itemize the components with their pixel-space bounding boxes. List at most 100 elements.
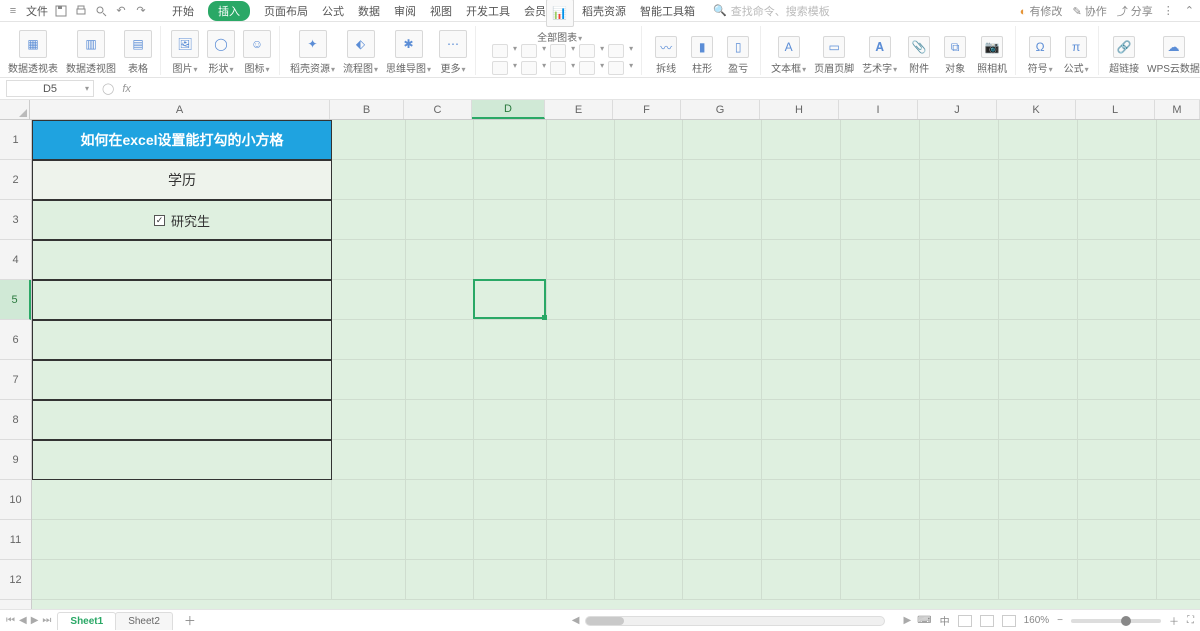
- col-header-E[interactable]: E: [545, 100, 613, 119]
- dk-resource-button[interactable]: ✦ 稻壳资源▾: [290, 30, 335, 75]
- cell[interactable]: [615, 320, 683, 360]
- cell[interactable]: [1078, 400, 1157, 440]
- tab-formulas[interactable]: 公式: [322, 1, 344, 21]
- col-header-B[interactable]: B: [330, 100, 404, 119]
- cell[interactable]: [841, 160, 920, 200]
- cell[interactable]: [920, 560, 999, 600]
- col-header-H[interactable]: H: [760, 100, 839, 119]
- cell[interactable]: [547, 400, 615, 440]
- cell[interactable]: [1078, 480, 1157, 520]
- cell[interactable]: [841, 400, 920, 440]
- cell[interactable]: [332, 280, 406, 320]
- cell[interactable]: [406, 520, 474, 560]
- cell[interactable]: [841, 200, 920, 240]
- cell[interactable]: [474, 480, 547, 520]
- prev-sheet-icon[interactable]: ◀: [19, 615, 27, 626]
- cell[interactable]: [841, 120, 920, 160]
- cell[interactable]: [406, 320, 474, 360]
- zoom-out-icon[interactable]: −: [1057, 615, 1063, 626]
- table-button[interactable]: ▤ 表格: [124, 30, 152, 75]
- cell-grid[interactable]: 如何在excel设置能打勾的小方格学历✓研究生: [32, 120, 1200, 609]
- horizontal-scrollbar[interactable]: [585, 616, 885, 626]
- cell[interactable]: [920, 240, 999, 280]
- pie-chart-icon[interactable]: [550, 44, 566, 58]
- area-chart-icon[interactable]: [579, 44, 595, 58]
- cell[interactable]: [32, 520, 332, 560]
- cell[interactable]: [999, 120, 1078, 160]
- col-header-F[interactable]: F: [613, 100, 681, 119]
- col-header-L[interactable]: L: [1076, 100, 1155, 119]
- cell[interactable]: [683, 120, 762, 160]
- cell[interactable]: [762, 440, 841, 480]
- lang-icon[interactable]: 中: [940, 613, 950, 628]
- col-header-I[interactable]: I: [839, 100, 918, 119]
- select-all-corner[interactable]: [0, 100, 30, 120]
- cell[interactable]: [841, 440, 920, 480]
- row-header-10[interactable]: 10: [0, 480, 31, 520]
- cell[interactable]: [999, 520, 1078, 560]
- cell[interactable]: [762, 280, 841, 320]
- sheet-tab-2[interactable]: Sheet2: [115, 612, 173, 630]
- cell[interactable]: [474, 160, 547, 200]
- wpscloud-button[interactable]: ☁ WPS云数据: [1147, 36, 1200, 75]
- cell[interactable]: [332, 360, 406, 400]
- fx-cancel-icon[interactable]: ◯: [102, 82, 114, 95]
- changes-indicator[interactable]: ◐ 有修改: [1020, 3, 1063, 19]
- cell[interactable]: [474, 120, 547, 160]
- cell[interactable]: [999, 360, 1078, 400]
- cell[interactable]: [999, 200, 1078, 240]
- col-header-J[interactable]: J: [918, 100, 997, 119]
- col-header-M[interactable]: M: [1155, 100, 1200, 119]
- cell[interactable]: [32, 480, 332, 520]
- cell-A5[interactable]: [32, 280, 332, 320]
- cell[interactable]: [841, 520, 920, 560]
- cell[interactable]: [999, 160, 1078, 200]
- symbol-button[interactable]: Ω 符号▾: [1026, 36, 1054, 75]
- pivot-chart-button[interactable]: ▥ 数据透视图: [66, 30, 116, 75]
- tab-devtools[interactable]: 开发工具: [466, 1, 510, 21]
- row-header-7[interactable]: 7: [0, 360, 31, 400]
- textbox-button[interactable]: A 文本框▾: [771, 36, 806, 75]
- cell[interactable]: [920, 360, 999, 400]
- object-button[interactable]: ⧉ 对象: [941, 36, 969, 75]
- cell[interactable]: [615, 480, 683, 520]
- cell[interactable]: [683, 160, 762, 200]
- cell[interactable]: [762, 480, 841, 520]
- cell[interactable]: [406, 160, 474, 200]
- undo-icon[interactable]: ↶: [114, 4, 128, 18]
- cell[interactable]: [547, 240, 615, 280]
- cell[interactable]: [474, 200, 547, 240]
- radar-chart-icon[interactable]: [550, 61, 566, 75]
- add-sheet-button[interactable]: ＋: [178, 612, 202, 629]
- cell[interactable]: [547, 120, 615, 160]
- cell[interactable]: [1078, 200, 1157, 240]
- hscroll-right-icon[interactable]: ▶: [903, 615, 911, 626]
- cell[interactable]: [547, 200, 615, 240]
- zoom-in-icon[interactable]: ＋: [1169, 613, 1179, 628]
- cell[interactable]: [1157, 240, 1200, 280]
- cell[interactable]: [1078, 560, 1157, 600]
- cell[interactable]: [474, 520, 547, 560]
- cell[interactable]: [999, 480, 1078, 520]
- cell[interactable]: [474, 240, 547, 280]
- tab-view[interactable]: 视图: [430, 1, 452, 21]
- cell[interactable]: [1157, 400, 1200, 440]
- cell[interactable]: [547, 440, 615, 480]
- cell[interactable]: [683, 440, 762, 480]
- cell[interactable]: [1157, 280, 1200, 320]
- tab-page-layout[interactable]: 页面布局: [264, 1, 308, 21]
- bar-chart-icon[interactable]: [492, 44, 508, 58]
- cell[interactable]: [615, 360, 683, 400]
- attach-button[interactable]: 📎 附件: [905, 36, 933, 75]
- cell[interactable]: [920, 200, 999, 240]
- cell[interactable]: [474, 360, 547, 400]
- cell[interactable]: [1078, 280, 1157, 320]
- cell[interactable]: [615, 440, 683, 480]
- cell-A4[interactable]: [32, 240, 332, 280]
- cell[interactable]: [332, 480, 406, 520]
- cell[interactable]: [999, 400, 1078, 440]
- menu-icon[interactable]: ≡: [6, 4, 20, 18]
- cell[interactable]: [1078, 520, 1157, 560]
- zoom-slider[interactable]: [1071, 619, 1161, 623]
- first-sheet-icon[interactable]: ⏮: [6, 615, 15, 626]
